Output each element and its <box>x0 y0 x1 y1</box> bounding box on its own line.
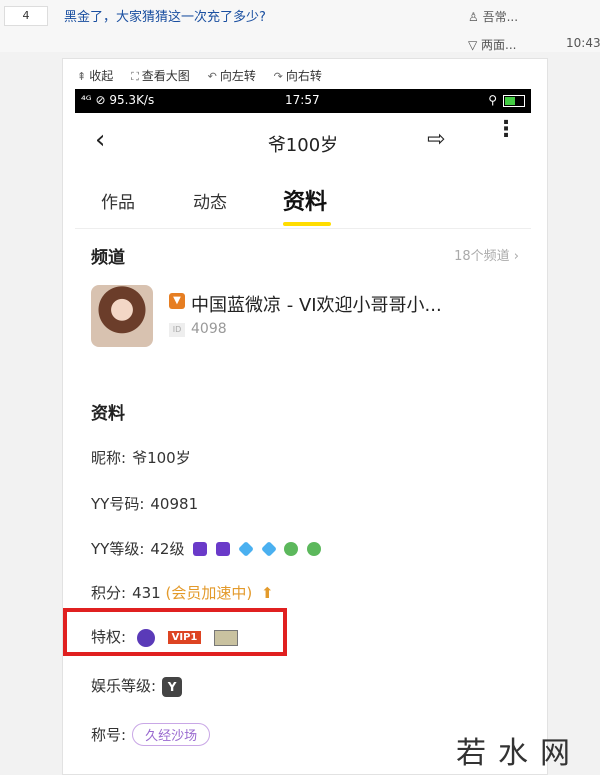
entertainment-level-label: 娱乐等级: <box>91 677 157 695</box>
level-value: 42级 <box>150 540 185 558</box>
thread-title-link[interactable]: 黑金了，大家猜猜这一次充了多少? <box>64 6 266 25</box>
diamond-icon <box>260 540 277 557</box>
nickname-row: 昵称: 爷100岁 <box>91 447 191 468</box>
title-badge: 久经沙场 <box>132 723 211 746</box>
share-icon[interactable]: ⇨ <box>427 127 445 152</box>
collapse-button[interactable]: ⇞ 收起 <box>77 69 113 83</box>
level-label: YY等级: <box>91 540 145 558</box>
tab-profile[interactable]: 资料 <box>283 184 327 216</box>
title-row: 称号: 久经沙场 <box>91 723 211 746</box>
crown-icon <box>216 541 231 556</box>
channel-id: 4098 <box>191 321 227 337</box>
speed-up-icon: ⬆ <box>260 584 274 602</box>
title-label: 称号: <box>91 726 127 744</box>
yyid-value: 40981 <box>150 495 199 513</box>
channel-count-link[interactable]: 18个频道 › <box>454 245 519 264</box>
more-options-icon[interactable]: ⋮ <box>495 119 517 141</box>
rotate-left-icon: ↶ <box>207 70 217 83</box>
channel-section-title: 频道 <box>91 248 125 268</box>
id-icon: ID <box>169 323 185 337</box>
profile-tabs: 作品 动态 资料 <box>75 172 531 229</box>
clock: 17:57 <box>285 93 320 107</box>
tab-works[interactable]: 作品 <box>101 188 135 213</box>
tab-feed[interactable]: 动态 <box>193 188 227 213</box>
channel-name[interactable]: 中国蓝微凉 - VI欢迎小哥哥小... <box>191 291 442 317</box>
app-header: ‹ 爷100岁 ⇨ ⋮ <box>75 113 531 171</box>
highlight-box <box>63 608 287 656</box>
rotate-right-icon: ↷ <box>273 70 283 83</box>
page-title: 爷100岁 <box>267 135 339 156</box>
leaf-icon <box>284 541 299 556</box>
collapse-icon: ⇞ <box>77 70 87 83</box>
rotate-left-button[interactable]: ↶ 向左转 <box>208 69 256 83</box>
expand-icon: ⛶ <box>131 70 139 83</box>
last-reply-link[interactable]: ▽ 两面... <box>468 36 517 53</box>
entertainment-level-row: 娱乐等级: Y <box>91 675 183 697</box>
points-row: 积分: 431 (会员加速中) ⬆ <box>91 582 274 603</box>
network-speed: ⁴ᴳ ⊘ 95.3K/s <box>81 93 155 107</box>
leaf-icon <box>307 541 322 556</box>
points-note: (会员加速中) <box>165 584 253 602</box>
channel-avatar[interactable] <box>91 285 153 347</box>
view-large-button[interactable]: ⛶ 查看大图 <box>131 69 190 83</box>
battery-indicator: ⚲ <box>488 93 525 107</box>
level-row: YY等级: 42级 <box>91 538 322 559</box>
viewer-toolbar: ⇞ 收起 ⛶ 查看大图 ↶ 向左转 ↷ 向右转 <box>77 67 336 84</box>
crown-icon <box>193 541 208 556</box>
watermark: 若水网 <box>456 736 582 771</box>
active-tab-indicator <box>283 222 331 226</box>
profile-section-title: 资料 <box>91 404 125 424</box>
forum-post-row: 4 黑金了，大家猜猜这一次充了多少? ♙ 吾常... ▽ 两面... 10:43 <box>0 0 600 52</box>
author-link[interactable]: ♙ 吾常... <box>468 8 518 25</box>
yyid-label: YY号码: <box>91 495 145 513</box>
entertainment-level-icon: Y <box>162 676 183 697</box>
diamond-icon <box>237 540 254 557</box>
rotate-right-button[interactable]: ↷ 向右转 <box>274 69 322 83</box>
phone-status-bar: ⁴ᴳ ⊘ 95.3K/s 17:57 ⚲ <box>75 89 531 113</box>
nickname-label: 昵称: <box>91 449 127 467</box>
call-icon: ⚲ <box>488 93 497 107</box>
post-time: 10:43 <box>566 36 600 50</box>
battery-icon <box>503 94 525 107</box>
points-label: 积分: <box>91 584 127 602</box>
channel-badge-icon: ▼ <box>169 293 185 309</box>
floor-number: 4 <box>4 6 48 26</box>
points-value: 431 <box>132 584 161 602</box>
profile-content: 频道 18个频道 › ▼ 中国蓝微凉 - VI欢迎小哥哥小... ID 4098… <box>75 229 531 773</box>
yyid-row: YY号码: 40981 <box>91 493 198 514</box>
nickname-value: 爷100岁 <box>132 449 191 467</box>
